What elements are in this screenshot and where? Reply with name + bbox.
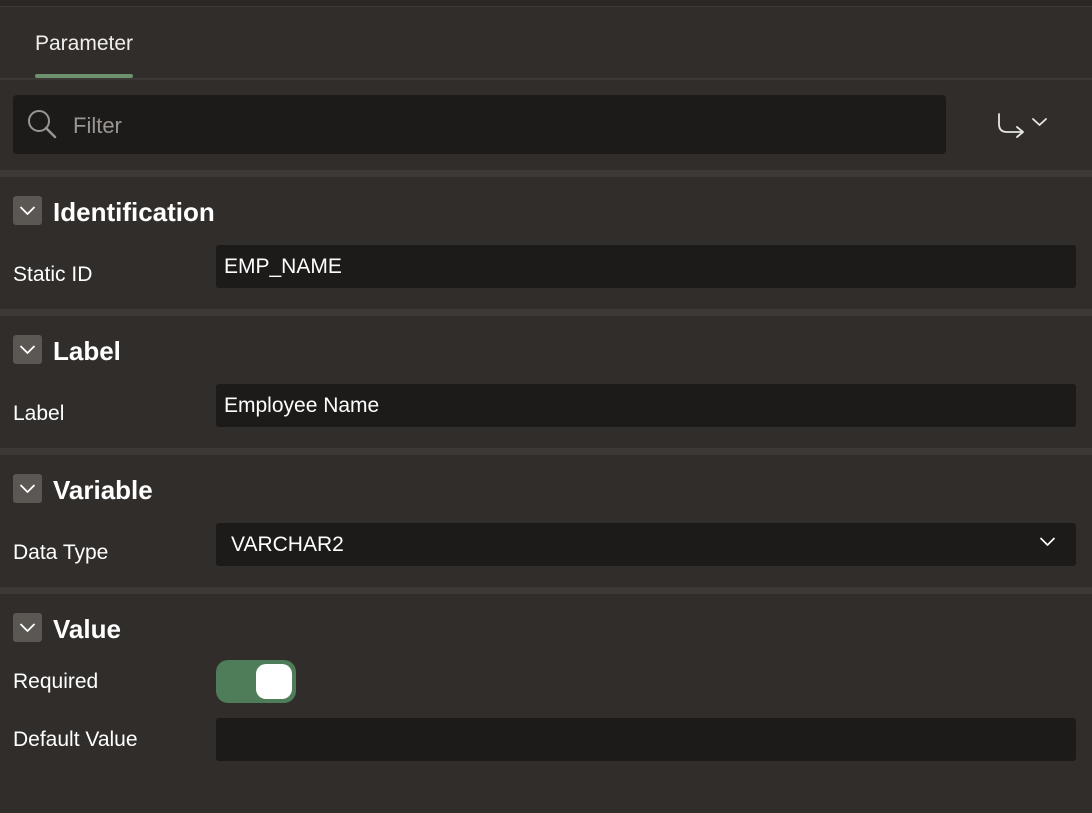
chevron-down-icon	[19, 345, 36, 354]
goto-menu-button[interactable]	[990, 102, 1056, 146]
section-title: Label	[53, 336, 121, 366]
collapse-value-button[interactable]	[13, 613, 42, 642]
chevron-down-icon	[1039, 537, 1056, 546]
active-tab-indicator	[35, 74, 134, 78]
search-icon	[28, 110, 57, 139]
static-id-field[interactable]: EMP_NAME	[216, 245, 1076, 288]
collapse-label-button[interactable]	[13, 335, 42, 364]
section-divider	[0, 448, 1092, 455]
section-divider	[0, 587, 1092, 594]
label-row: Label Employee Name	[0, 382, 1092, 448]
section-variable-header: Variable	[0, 455, 1092, 521]
data-type-value: VARCHAR2	[231, 533, 344, 556]
tab-parameter-label: Parameter	[35, 32, 134, 55]
required-row: Required	[0, 660, 1092, 718]
section-divider	[0, 309, 1092, 316]
required-toggle[interactable]	[216, 660, 296, 703]
label-field-label: Label	[13, 402, 65, 425]
static-id-row: Static ID EMP_NAME	[0, 243, 1092, 309]
chevron-down-icon	[19, 206, 36, 215]
section-title: Variable	[53, 475, 153, 505]
toggle-knob	[256, 664, 292, 699]
section-divider	[0, 170, 1092, 177]
static-id-label: Static ID	[13, 263, 93, 286]
label-field[interactable]: Employee Name	[216, 384, 1076, 427]
section-value-header: Value	[0, 594, 1092, 660]
section-title: Value	[53, 614, 121, 644]
collapse-variable-button[interactable]	[13, 474, 42, 503]
goto-arrow-icon	[998, 113, 1047, 138]
tab-parameter[interactable]: Parameter	[35, 7, 134, 78]
collapse-identification-button[interactable]	[13, 196, 42, 225]
tab-bar: Parameter	[0, 7, 1092, 80]
section-title: Identification	[53, 197, 215, 227]
data-type-select[interactable]: VARCHAR2	[216, 523, 1076, 566]
filter-row	[0, 80, 1092, 170]
required-label: Required	[13, 670, 99, 693]
data-type-row: Data Type VARCHAR2	[0, 521, 1092, 587]
default-value-row: Default Value	[0, 718, 1092, 784]
filter-box	[13, 95, 946, 156]
top-strip	[0, 0, 1092, 7]
filter-input[interactable]	[71, 95, 925, 156]
chevron-down-icon	[19, 484, 36, 493]
data-type-label: Data Type	[13, 541, 109, 564]
section-identification-header: Identification	[0, 177, 1092, 243]
chevron-down-icon	[19, 623, 36, 632]
default-value-field[interactable]	[216, 718, 1076, 761]
section-label-header: Label	[0, 316, 1092, 382]
default-value-label: Default Value	[13, 728, 138, 751]
